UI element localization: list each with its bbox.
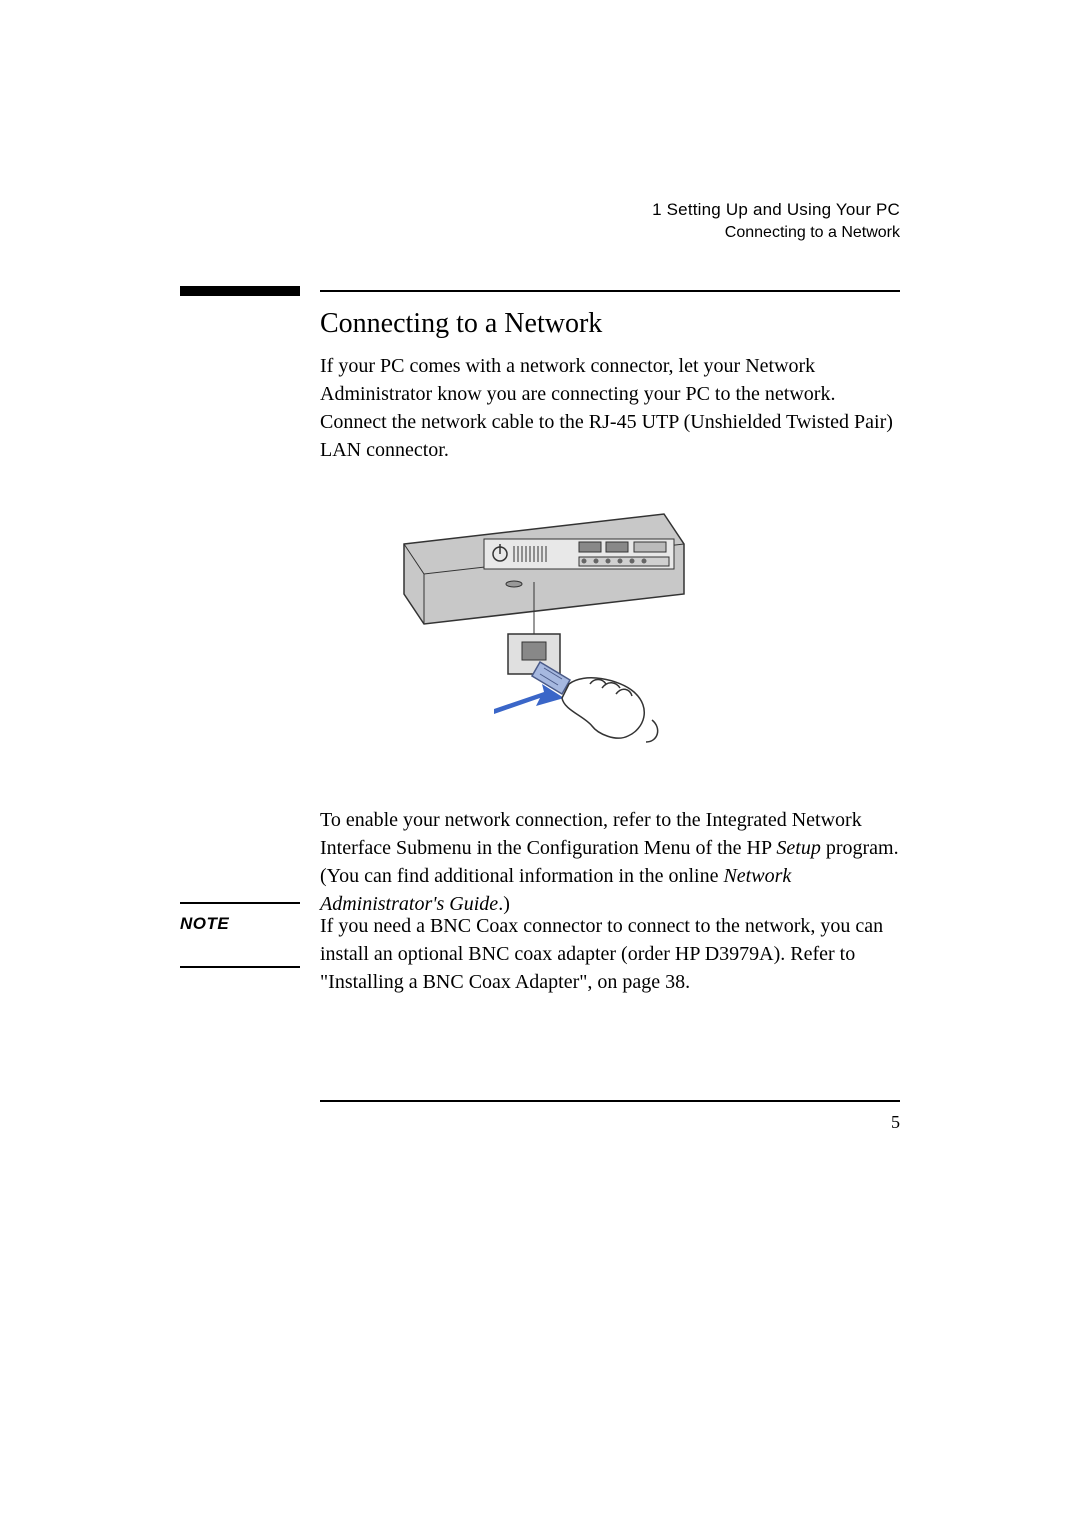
note-rule-bottom	[180, 966, 300, 968]
footer-rule	[320, 1100, 900, 1102]
page: 1 Setting Up and Using Your PC Connectin…	[0, 0, 1080, 1528]
running-header: 1 Setting Up and Using Your PC Connectin…	[652, 200, 900, 242]
section-label: Connecting to a Network	[652, 224, 900, 242]
title-rule	[320, 290, 900, 292]
pc-rear-network-icon	[384, 484, 704, 754]
page-number: 5	[891, 1112, 900, 1133]
section-heading: Connecting to a Network	[320, 308, 602, 340]
paragraph-enable-network: To enable your network connection, refer…	[320, 806, 900, 918]
paragraph-intro: If your PC comes with a network connecto…	[320, 352, 900, 464]
note-rule-top	[180, 902, 300, 904]
paragraph-note: If you need a BNC Coax connector to conn…	[320, 912, 900, 996]
network-cable-illustration	[384, 484, 704, 754]
text-run-italic: Setup	[776, 837, 820, 859]
chapter-label: 1 Setting Up and Using Your PC	[652, 200, 900, 220]
note-label: NOTE	[180, 914, 229, 934]
title-bar	[180, 286, 300, 296]
